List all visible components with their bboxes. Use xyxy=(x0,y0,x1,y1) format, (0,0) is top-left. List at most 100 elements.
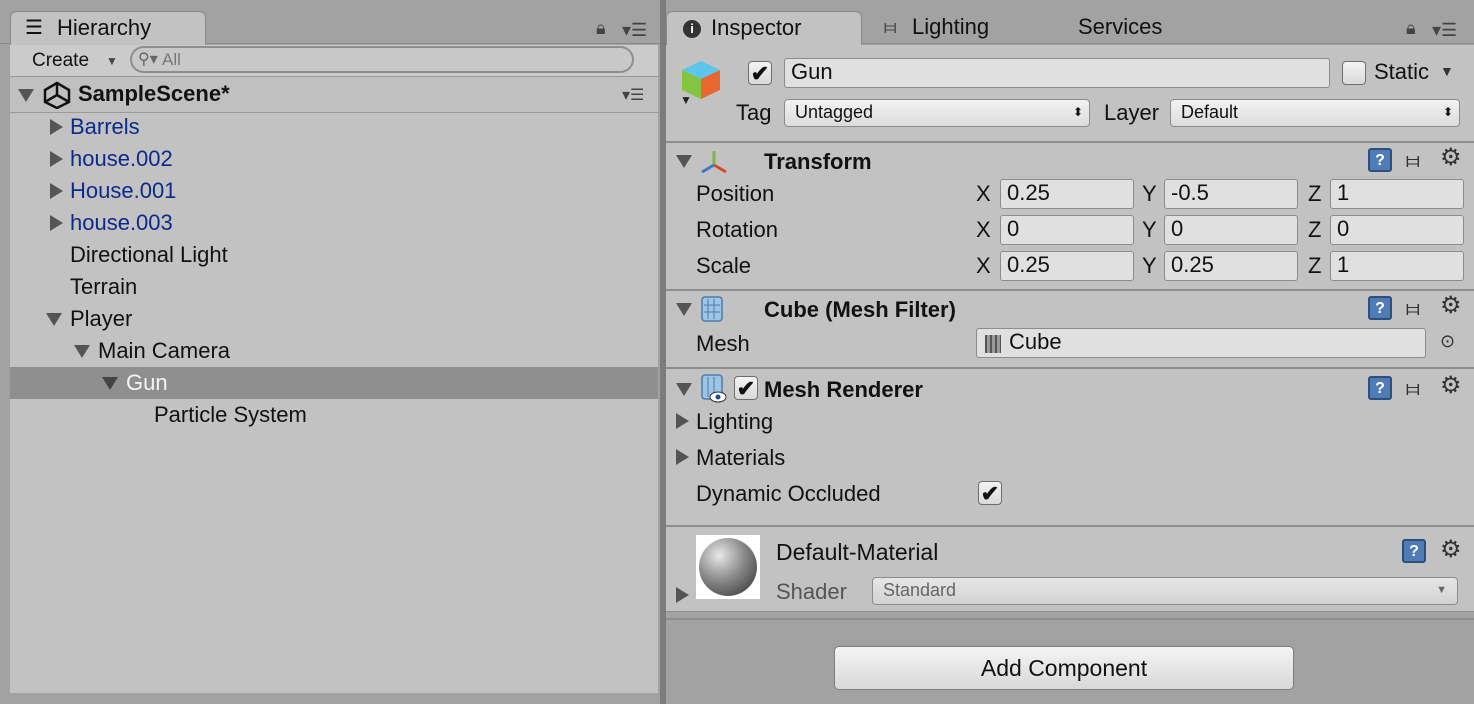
scene-foldout-arrow[interactable] xyxy=(18,89,34,102)
mesh-filter-foldout[interactable] xyxy=(676,303,692,316)
tab-inspector-label: Inspector xyxy=(711,15,802,40)
scale-y-field[interactable]: 0.25 xyxy=(1164,251,1298,281)
material-sphere-icon xyxy=(699,538,757,596)
axis-x-label: X xyxy=(976,181,991,206)
axis-x-label: X xyxy=(976,217,991,242)
lock-icon[interactable]: 🔒︎ xyxy=(596,18,606,39)
presets-icon[interactable]: ⧦ xyxy=(1406,147,1420,173)
foldout-arrow[interactable] xyxy=(46,313,62,326)
rotation-z-field[interactable]: 0 xyxy=(1330,215,1464,245)
dynamic-occluded-label: Dynamic Occluded xyxy=(696,481,881,506)
info-icon: i xyxy=(683,20,701,38)
position-z-field[interactable]: 1 xyxy=(1330,179,1464,209)
list-item[interactable]: Main Camera xyxy=(10,335,658,367)
field-value: 0.25 xyxy=(1007,180,1050,205)
tab-inspector[interactable]: i Inspector xyxy=(666,11,862,45)
rotation-y-field[interactable]: 0 xyxy=(1164,215,1298,245)
search-icon: ⚲▾ xyxy=(138,51,158,68)
hierarchy-toolbar: Create ▼ ⚲▾ All xyxy=(10,45,658,77)
list-item[interactable]: Directional Light xyxy=(10,239,658,271)
material-foldout[interactable] xyxy=(676,587,689,603)
scale-x-field[interactable]: 0.25 xyxy=(1000,251,1134,281)
tag-value: Untagged xyxy=(795,102,874,122)
gear-icon[interactable]: ⚙ xyxy=(1440,293,1462,319)
field-value: 0.25 xyxy=(1007,252,1050,277)
help-icon[interactable]: ? xyxy=(1368,148,1392,172)
scene-menu-icon[interactable]: ▾☰ xyxy=(622,85,644,105)
create-button[interactable]: Create ▼ xyxy=(20,47,120,75)
foldout-arrow[interactable] xyxy=(102,377,118,390)
list-item[interactable]: Particle System xyxy=(10,399,658,431)
tab-lighting[interactable]: ⧦ Lighting xyxy=(880,11,1050,45)
tag-dropdown[interactable]: Untagged ⬍ xyxy=(784,99,1090,127)
unity-scene-icon xyxy=(43,81,71,109)
transform-foldout[interactable] xyxy=(676,155,692,168)
foldout-arrow[interactable] xyxy=(50,183,63,199)
lighting-section-label[interactable]: Lighting xyxy=(696,409,773,435)
list-item[interactable]: House.001 xyxy=(10,175,658,207)
mesh-renderer-enabled-checkbox[interactable]: ✔ xyxy=(734,376,758,401)
material-section: Default-Material ? ⚙ Shader Standard ▼ xyxy=(666,527,1474,611)
tab-hierarchy[interactable]: ☰ Hierarchy xyxy=(10,11,206,45)
tab-services[interactable]: Services xyxy=(1076,11,1186,45)
scale-z-field[interactable]: 1 xyxy=(1330,251,1464,281)
position-x-field[interactable]: 0.25 xyxy=(1000,179,1134,209)
materials-foldout[interactable] xyxy=(676,449,689,465)
layer-label: Layer xyxy=(1104,100,1160,125)
mesh-object-field[interactable]: Cube xyxy=(976,328,1426,358)
hierarchy-panel: ☰ Hierarchy 🔒︎ ▾☰ Create ▼ ⚲▾ All Sample… xyxy=(0,0,664,704)
position-label: Position xyxy=(696,181,775,206)
list-item[interactable]: Barrels xyxy=(10,111,658,143)
help-icon[interactable]: ? xyxy=(1368,376,1392,400)
mesh-value: Cube xyxy=(1009,329,1062,354)
static-checkbox[interactable] xyxy=(1342,61,1366,85)
gear-icon[interactable]: ⚙ xyxy=(1440,145,1462,171)
axis-y-label: Y xyxy=(1142,181,1157,206)
dynamic-occluded-checkbox[interactable]: ✔ xyxy=(978,481,1002,506)
material-name: Default-Material xyxy=(776,539,939,565)
help-icon[interactable]: ? xyxy=(1368,296,1392,320)
mesh-filter-component: Cube (Mesh Filter) ? ⧦ ⚙ Mesh Cube ⊙ xyxy=(666,291,1474,367)
search-input[interactable]: ⚲▾ All xyxy=(130,46,634,73)
materials-section-label[interactable]: Materials xyxy=(696,445,785,471)
shader-dropdown[interactable]: Standard ▼ xyxy=(872,577,1458,605)
add-component-button[interactable]: Add Component xyxy=(834,646,1294,690)
list-item[interactable]: house.002 xyxy=(10,143,658,175)
position-y-field[interactable]: -0.5 xyxy=(1164,179,1298,209)
list-item[interactable]: Terrain xyxy=(10,271,658,303)
gear-icon[interactable]: ⚙ xyxy=(1440,537,1462,563)
active-checkbox[interactable]: ✔ xyxy=(748,61,772,86)
field-value: 0 xyxy=(1007,216,1020,241)
rotation-x-field[interactable]: 0 xyxy=(1000,215,1134,245)
icon-dropdown-arrow[interactable]: ▼ xyxy=(680,93,692,107)
presets-icon[interactable]: ⧦ xyxy=(1406,295,1420,321)
field-value: 0 xyxy=(1337,216,1350,241)
menu-icon[interactable]: ▾☰ xyxy=(1432,20,1457,41)
foldout-arrow[interactable] xyxy=(50,215,63,231)
inspector-panel: i Inspector ⧦ Lighting Services 🔒︎ ▾☰ ▼ … xyxy=(666,0,1474,704)
foldout-arrow[interactable] xyxy=(50,151,63,167)
static-dropdown-icon[interactable]: ▼ xyxy=(1440,63,1454,79)
gear-icon[interactable]: ⚙ xyxy=(1440,373,1462,399)
object-header: ▼ ✔ Gun Static ▼ Tag Untagged ⬍ Layer De… xyxy=(666,45,1474,141)
lock-icon[interactable]: 🔒︎ xyxy=(1406,18,1416,39)
item-label: Directional Light xyxy=(70,242,228,267)
object-picker-icon[interactable]: ⊙ xyxy=(1440,331,1455,352)
item-label: house.002 xyxy=(70,146,173,171)
object-name-field[interactable]: Gun xyxy=(784,58,1330,88)
menu-icon[interactable]: ▾☰ xyxy=(622,20,647,41)
updown-arrows-icon: ⬍ xyxy=(1442,105,1453,119)
list-item-selected[interactable]: Gun xyxy=(10,367,658,399)
tag-label: Tag xyxy=(736,100,772,125)
layer-dropdown[interactable]: Default ⬍ xyxy=(1170,99,1460,127)
lighting-foldout[interactable] xyxy=(676,413,689,429)
foldout-arrow[interactable] xyxy=(74,345,90,358)
presets-icon[interactable]: ⧦ xyxy=(1406,375,1420,401)
list-item[interactable]: house.003 xyxy=(10,207,658,239)
item-label: Particle System xyxy=(154,402,307,427)
scene-row[interactable]: SampleScene* ▾☰ xyxy=(10,77,658,113)
foldout-arrow[interactable] xyxy=(50,119,63,135)
mesh-renderer-foldout[interactable] xyxy=(676,383,692,396)
list-item[interactable]: Player xyxy=(10,303,658,335)
help-icon[interactable]: ? xyxy=(1402,539,1426,563)
